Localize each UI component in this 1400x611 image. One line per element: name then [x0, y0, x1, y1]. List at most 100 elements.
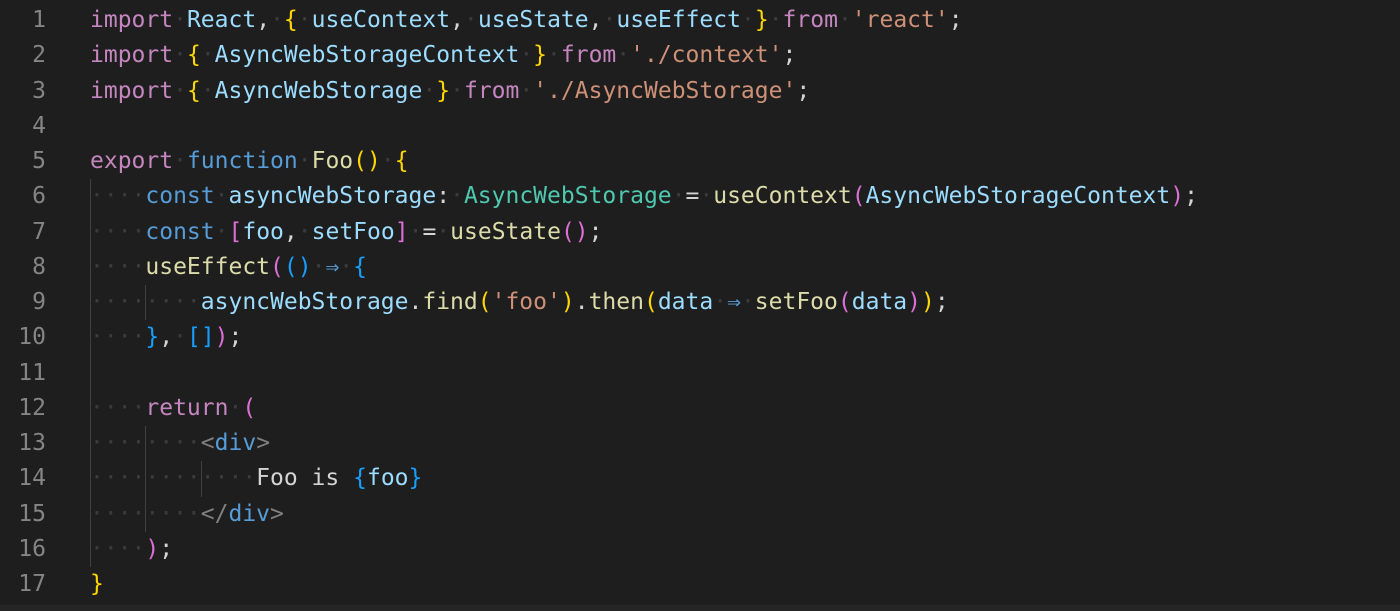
whitespace-dot: · [173, 148, 187, 174]
whitespace-dot: · [200, 77, 215, 104]
code-line[interactable]: 14 ············Foo is {foo} [0, 461, 1400, 496]
code-token: import [90, 77, 174, 104]
code-line[interactable]: 2 import·{·AsyncWebStorageContext·}·from·… [0, 38, 1400, 73]
code-token: , [588, 7, 603, 33]
whitespace-dot: · [200, 42, 215, 69]
indent-guide [90, 390, 91, 426]
indent-guide [90, 179, 91, 215]
indent-whitespace: ············ [90, 465, 257, 492]
code-token: useContext [311, 7, 451, 33]
code-line[interactable]: 6 ····const·asyncWebStorage:·AsyncWebStor… [0, 179, 1400, 214]
whitespace-dot: · [436, 218, 451, 245]
code-token: > [270, 500, 284, 527]
line-number: 6 [32, 183, 46, 210]
code-token: } [408, 465, 423, 492]
code-token: ; [948, 7, 963, 33]
whitespace-dot: · [173, 42, 187, 69]
code-token: } [90, 571, 104, 597]
code-token: () [353, 148, 381, 174]
line-number: 10 [18, 324, 46, 351]
code-token: ) [145, 535, 160, 562]
indent-guide [90, 461, 91, 497]
whitespace-dot: · [297, 148, 312, 174]
code-editor[interactable]: 1 import·React,·{·useContext,·useState,·u… [0, 0, 1400, 611]
line-number: 17 [18, 571, 46, 597]
code-line[interactable]: 3 import·{·AsyncWebStorage·}·from·'./Asyn… [0, 74, 1400, 109]
indent-whitespace: ···· [90, 253, 146, 280]
code-text: ····return·( [90, 391, 256, 426]
whitespace-dot: · [671, 183, 686, 210]
indent-guide [145, 461, 147, 497]
code-token: 'react' [851, 7, 949, 33]
line-number: 13 [18, 430, 46, 456]
line-number: 14 [18, 465, 46, 492]
code-line[interactable]: 9 ········asyncWebStorage.find('foo').the… [0, 285, 1400, 320]
code-text: import·React,·{·useContext,·useState,·us… [90, 3, 963, 38]
code-token: AsyncWebStorageContext [865, 183, 1171, 210]
indent-guide [90, 320, 91, 356]
code-token: ( [643, 289, 658, 315]
line-number: 12 [18, 394, 46, 421]
code-token: function [186, 148, 298, 174]
code-line[interactable]: 4 [0, 109, 1400, 144]
indent-guide [90, 496, 91, 532]
code-token: = [685, 183, 700, 210]
whitespace-dot: · [463, 7, 478, 33]
whitespace-dot: · [519, 77, 534, 104]
code-text: import·{·AsyncWebStorage·}·from·'./Async… [90, 74, 810, 109]
code-token: ) [1170, 183, 1185, 210]
whitespace-dot: · [768, 7, 783, 33]
code-line[interactable]: 10 ····},·[]); [0, 320, 1400, 355]
code-token: './context' [630, 42, 783, 69]
code-token: : [436, 183, 451, 210]
code-token: Foo is [256, 465, 354, 492]
code-line[interactable]: 11 [0, 356, 1400, 391]
line-number: 8 [32, 253, 46, 280]
code-token: ( [477, 289, 492, 315]
code-token: foo [242, 218, 284, 245]
code-token: { [353, 465, 367, 492]
line-number: 4 [32, 112, 46, 139]
code-token: data [851, 289, 908, 315]
code-line[interactable]: 16 ····); [0, 532, 1400, 567]
horizontal-scrollbar[interactable] [0, 605, 1400, 611]
code-line[interactable]: 1 import·React,·{·useContext,·useState,·u… [0, 3, 1400, 38]
whitespace-dot: · [270, 7, 284, 33]
indent-guide [90, 355, 91, 391]
indent-guide [90, 249, 91, 285]
code-token: const [145, 218, 215, 245]
code-line[interactable]: 5 export·function·Foo()·{ [0, 144, 1400, 179]
code-line[interactable]: 17} [0, 567, 1400, 602]
code-token: ⇒ [325, 253, 340, 280]
code-line[interactable]: 7 ····const·[foo,·setFoo]·=·useState(); [0, 215, 1400, 250]
line-number: 15 [18, 500, 46, 527]
code-line[interactable]: 12 ····return·( [0, 391, 1400, 426]
code-token: . [408, 289, 423, 315]
indent-whitespace: ···· [90, 324, 146, 351]
code-token: } [533, 42, 548, 69]
whitespace-dot: · [214, 218, 229, 245]
code-token: ⇒ [727, 289, 741, 315]
code-line[interactable]: 15 ········</div> [0, 497, 1400, 532]
code-text: ····},·[]); [90, 320, 242, 355]
code-token: , [256, 7, 271, 33]
code-line[interactable]: 13 ········<div> [0, 426, 1400, 461]
whitespace-dot: · [450, 183, 464, 210]
whitespace-dot: · [422, 77, 437, 104]
indent-guide [90, 531, 91, 567]
code-token: setFoo [311, 218, 395, 245]
whitespace-dot: · [616, 42, 631, 69]
whitespace-dot: · [408, 218, 423, 245]
line-number: 1 [32, 7, 46, 33]
code-token: ) [560, 289, 575, 315]
line-number: 5 [32, 148, 46, 174]
code-token: './AsyncWebStorage' [533, 77, 797, 104]
line-number: 11 [18, 359, 46, 386]
code-token: useContext [713, 183, 852, 210]
code-token: { [283, 7, 298, 33]
code-line[interactable]: 8 ····useEffect(()·⇒·{ [0, 250, 1400, 285]
code-token: { [353, 253, 368, 280]
indent-guide [90, 285, 91, 321]
code-token: asyncWebStorage [228, 183, 437, 210]
code-token: } [145, 324, 160, 351]
